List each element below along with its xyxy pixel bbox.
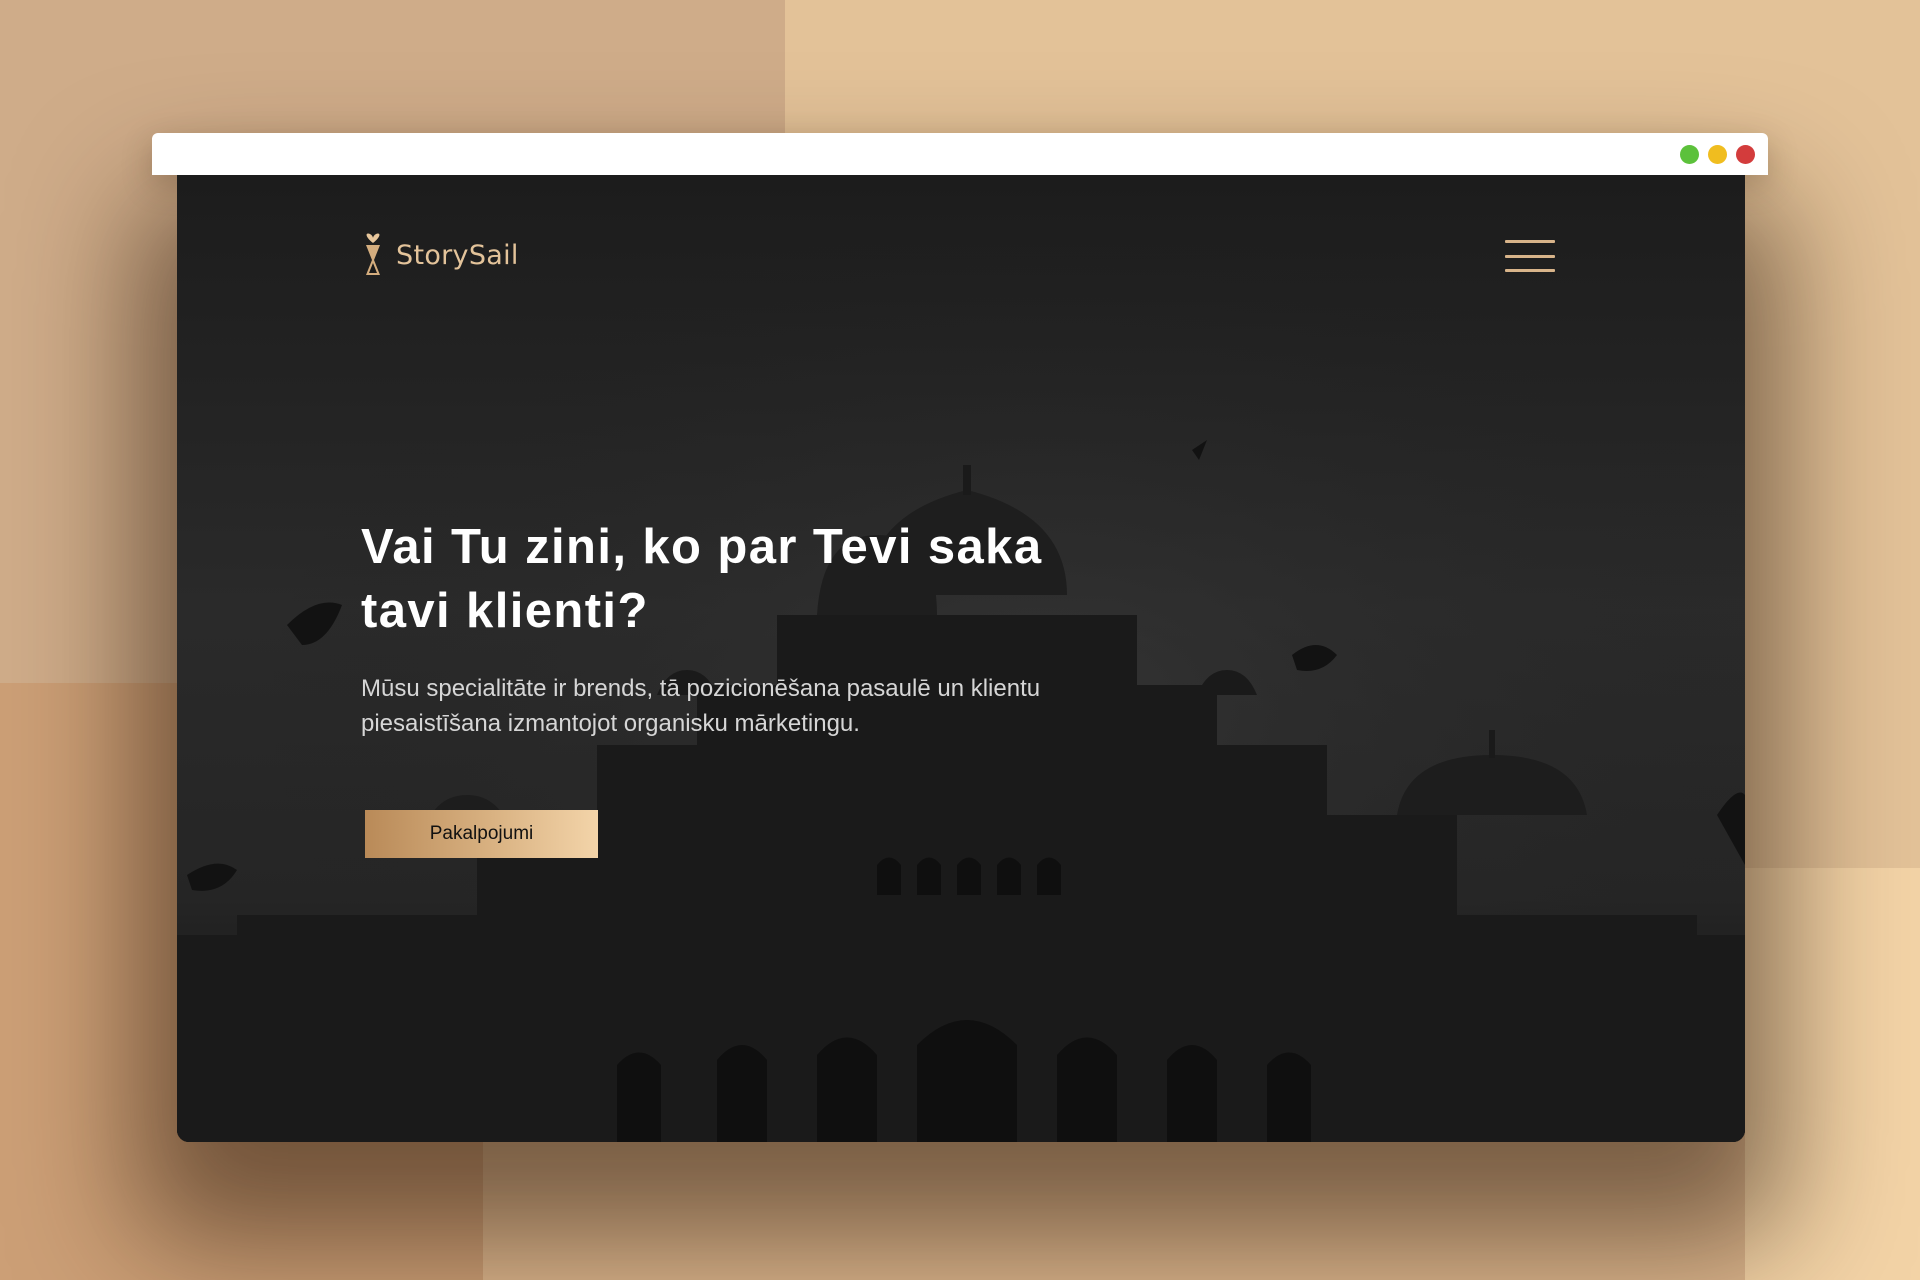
services-button[interactable]: Pakalpojumi	[365, 810, 598, 858]
hourglass-heart-logo-icon	[366, 233, 380, 275]
menu-line	[1505, 254, 1555, 258]
browser-titlebar	[152, 133, 1768, 175]
hero-section: Vai Tu zini, ko par Tevi saka tavi klien…	[361, 515, 1141, 741]
website-viewport: StorySail Vai Tu zini, ko par Tevi saka …	[177, 175, 1745, 1142]
minimize-dot-icon[interactable]	[1708, 145, 1727, 164]
hero-title: Vai Tu zini, ko par Tevi saka tavi klien…	[361, 515, 1141, 643]
brand-name: StorySail	[396, 239, 519, 271]
hero-title-line1: Vai Tu zini, ko par Tevi saka	[361, 520, 1043, 574]
window-controls	[1680, 145, 1755, 164]
hamburger-menu-icon[interactable]	[1505, 238, 1555, 274]
menu-line	[1505, 240, 1555, 243]
backdrop-block	[1745, 868, 1920, 1280]
brand-logo[interactable]: StorySail	[362, 233, 519, 277]
close-dot-icon[interactable]	[1736, 145, 1755, 164]
hero-subtitle: Mūsu specialitāte ir brends, tā pozicion…	[361, 675, 1041, 737]
menu-line	[1505, 269, 1555, 272]
hero-title-line2: tavi klienti?	[361, 584, 649, 638]
maximize-dot-icon[interactable]	[1680, 145, 1699, 164]
